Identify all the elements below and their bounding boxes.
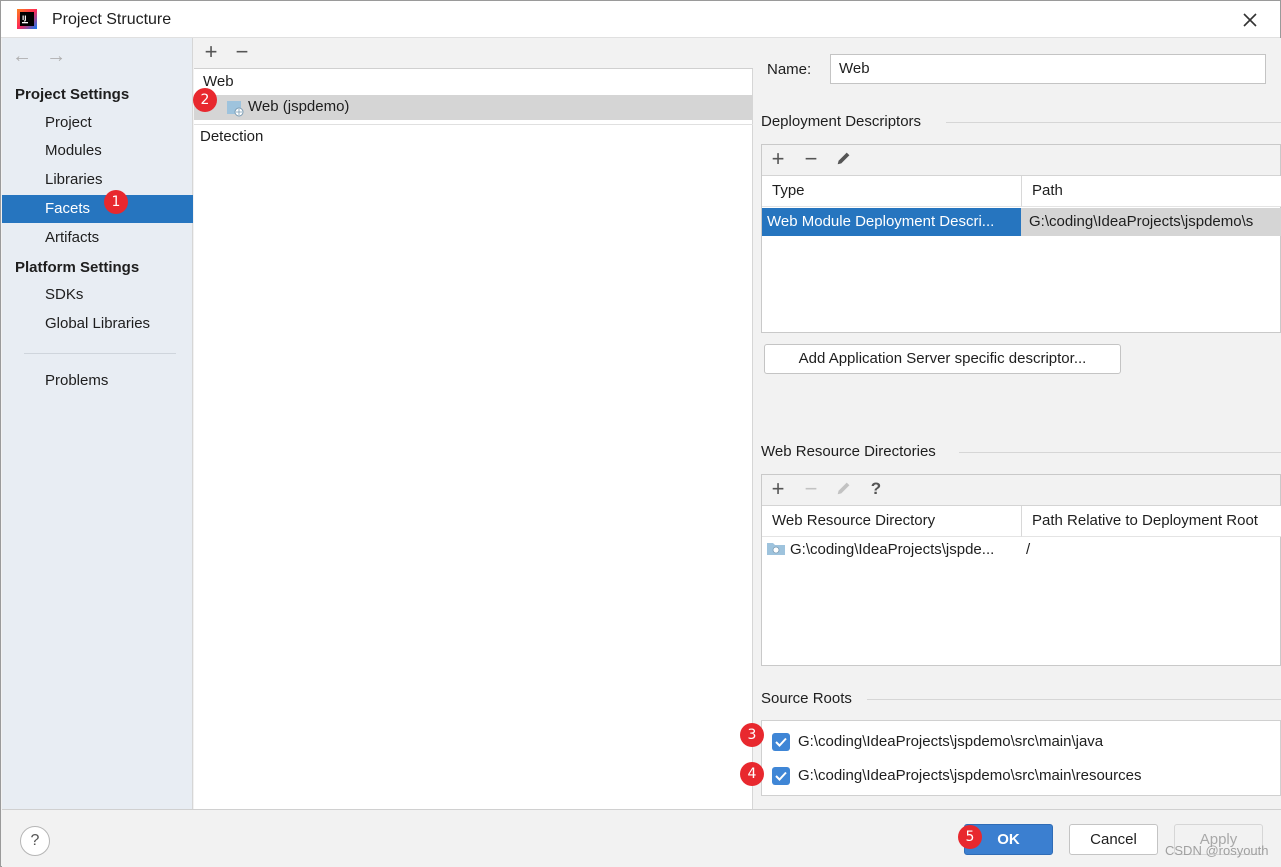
nav-item-facets[interactable]: Facets [2,195,193,223]
tree-divider [194,124,753,125]
cancel-button[interactable]: Cancel [1069,824,1158,855]
nav-item-problems[interactable]: Problems [2,367,193,395]
platform-settings-heading: Platform Settings [15,259,140,276]
column-header-resource-directory[interactable]: Web Resource Directory [762,506,1021,537]
remove-facet-icon[interactable]: − [230,41,254,65]
tree-row-label: Web (jspdemo) [248,98,350,115]
source-root-resources-checkbox[interactable] [772,767,790,785]
project-settings-heading: Project Settings [15,86,130,103]
source-roots-title: Source Roots [761,690,852,707]
section-divider [867,699,1281,700]
title-bar: IJ Project Structure [1,1,1280,38]
column-header-relative-path[interactable]: Path Relative to Deployment Root [1021,506,1281,537]
step-marker-5: 5 [958,825,982,849]
web-resource-directories-title: Web Resource Directories [761,443,936,460]
deployment-descriptors-title: Deployment Descriptors [761,113,922,130]
add-resource-dir-icon[interactable]: + [766,478,790,502]
add-descriptor-icon[interactable]: + [766,148,790,172]
settings-navigation: ← → Project Settings Project Modules Lib… [2,38,193,809]
project-structure-dialog: IJ Project Structure ← → Project Setting… [0,0,1281,867]
nav-item-libraries[interactable]: Libraries [2,166,193,194]
section-divider [959,452,1281,453]
edit-resource-dir-icon[interactable] [832,479,856,503]
resource-directory-cell[interactable]: G:\coding\IdeaProjects\jspde... [785,536,1021,564]
deployment-descriptors-table: + − Type Path Web Module Deployment Desc… [761,144,1281,333]
step-marker-4: 4 [740,762,764,786]
edit-descriptor-icon[interactable] [832,149,856,173]
source-roots-list: G:\coding\IdeaProjects\jspdemo\src\main\… [761,720,1281,796]
name-input[interactable]: Web [830,54,1266,84]
tree-toolbar: + − [194,38,753,69]
descriptor-type-cell[interactable]: Web Module Deployment Descri... [762,208,1021,236]
source-root-java-label: G:\coding\IdeaProjects\jspdemo\src\main\… [798,733,1104,750]
nav-item-project[interactable]: Project [2,109,193,137]
check-icon [775,737,787,747]
step-marker-3: 3 [740,723,764,747]
nav-item-global-libraries[interactable]: Global Libraries [2,310,193,338]
facet-detail-panel: Name: Web Deployment Descriptors + − Typ… [754,38,1281,809]
step-marker-1: 1 [104,190,128,214]
resource-dirs-toolbar: + − ? [762,475,1280,506]
help-button[interactable]: ? [20,826,50,856]
svg-text:IJ: IJ [22,15,26,22]
nav-divider [24,353,176,354]
forward-arrow-icon[interactable]: → [46,46,68,66]
intellij-idea-icon: IJ [17,9,37,29]
descriptor-path-cell[interactable]: G:\coding\IdeaProjects\jspdemo\s [1021,208,1281,236]
facet-tree-panel: + − Web Web (jspdemo) Detection [194,38,753,809]
remove-descriptor-icon[interactable]: − [799,148,823,172]
source-root-resources-label: G:\coding\IdeaProjects\jspdemo\src\main\… [798,767,1142,784]
folder-icon [767,541,785,555]
check-icon [775,771,787,781]
nav-item-sdks[interactable]: SDKs [2,281,193,309]
nav-item-modules[interactable]: Modules [2,137,193,165]
tree-row-web-jspdemo[interactable]: Web (jspdemo) [194,95,753,120]
column-header-path[interactable]: Path [1021,176,1281,207]
add-server-descriptor-button[interactable]: Add Application Server specific descript… [764,344,1121,374]
name-label: Name: [767,61,812,78]
step-marker-2: 2 [193,88,217,112]
column-header-type[interactable]: Type [762,176,1021,207]
tree-group-detection[interactable]: Detection [200,128,263,145]
dialog-footer: ? OK Cancel Apply CSDN @rosyouth [2,809,1281,867]
web-facet-icon [226,99,244,117]
section-divider [946,122,1281,123]
help-icon[interactable]: ? [864,478,888,502]
nav-item-artifacts[interactable]: Artifacts [2,224,193,252]
add-facet-icon[interactable]: + [199,41,223,65]
remove-resource-dir-icon[interactable]: − [799,478,823,502]
back-arrow-icon[interactable]: ← [12,46,34,66]
watermark: CSDN @rosyouth [1165,843,1269,858]
web-resource-directories-table: + − ? Web Resource Directory Path Relati… [761,474,1281,666]
close-icon [1243,13,1257,27]
descriptors-toolbar: + − [762,145,1280,176]
close-button[interactable] [1238,8,1262,32]
window-title: Project Structure [52,11,172,28]
relative-path-cell[interactable]: / [1021,536,1281,564]
source-root-java-checkbox[interactable] [772,733,790,751]
